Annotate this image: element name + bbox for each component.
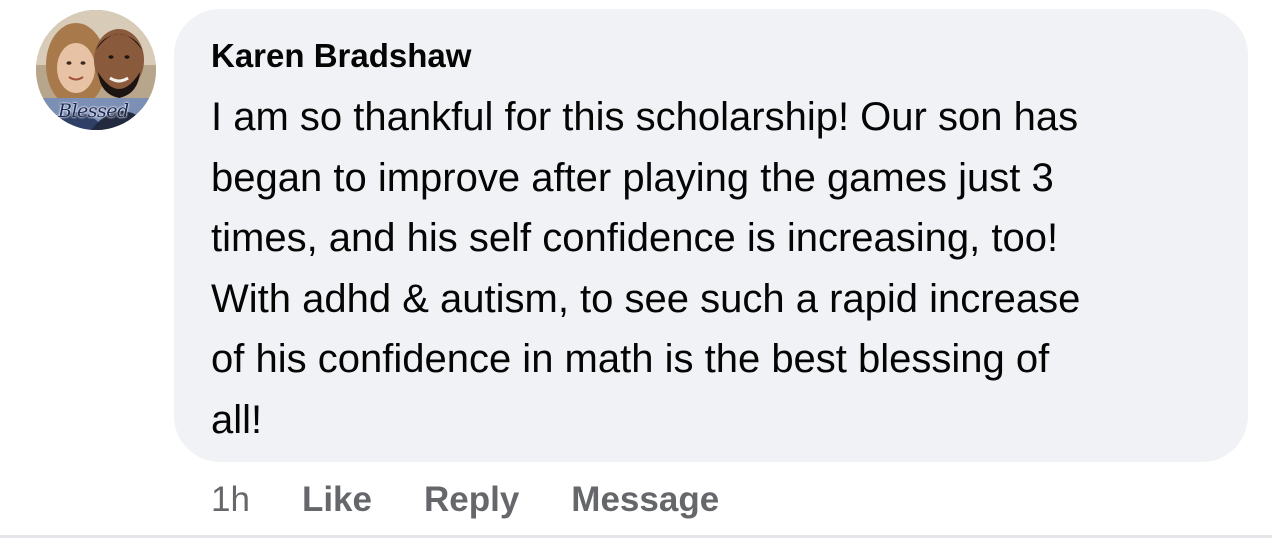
avatar-caption: Blessed xyxy=(58,100,129,122)
comment-timestamp[interactable]: 1h xyxy=(211,480,250,520)
comment-text: I am so thankful for this scholarship! O… xyxy=(211,95,1081,442)
comment-actions: 1h Like Reply Message xyxy=(211,478,771,522)
reply-button[interactable]: Reply xyxy=(424,480,519,520)
like-button[interactable]: Like xyxy=(302,480,372,520)
avatar[interactable]: Blessed xyxy=(36,10,156,130)
author-name[interactable]: Karen Bradshaw xyxy=(211,36,471,76)
message-button[interactable]: Message xyxy=(571,480,719,520)
